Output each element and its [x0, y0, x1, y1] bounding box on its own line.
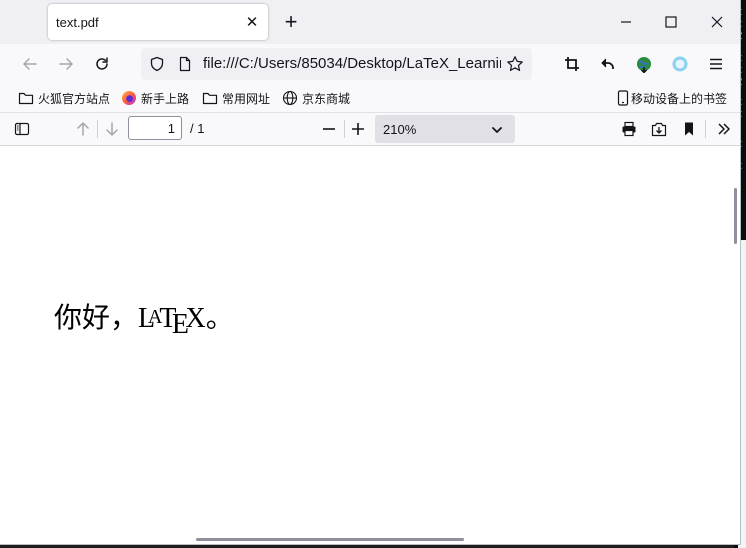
folder-icon: [18, 91, 34, 105]
toolbar-separator: [705, 120, 706, 138]
globe-icon: [282, 90, 298, 106]
toolbar-separator: [344, 120, 345, 138]
double-chevron-right-icon: [718, 123, 730, 135]
mobile-bookmarks-label: 移动设备上的书签: [631, 91, 728, 106]
zoom-select[interactable]: 210%: [375, 115, 515, 143]
bookmark-label: 新手上路: [141, 91, 190, 106]
globe-download-icon: [637, 57, 651, 73]
bookmark-item[interactable]: 新手上路: [121, 89, 189, 107]
bookmark-label: 常用网址: [222, 91, 271, 106]
arrow-up-icon: [77, 122, 89, 136]
menu-button[interactable]: [704, 52, 728, 76]
tab-close-icon[interactable]: ✕: [242, 12, 262, 32]
close-icon: [711, 16, 723, 28]
bookmark-icon: [685, 122, 693, 136]
url-bar[interactable]: file:///C:/Users/85034/Desktop/LaTeX_Lea…: [141, 48, 532, 80]
browser-window: text.pdf ✕ + file:///C:/Users/85034/Desk…: [0, 0, 741, 545]
extension-globe-button[interactable]: [632, 52, 656, 76]
bookmark-item[interactable]: 常用网址: [202, 89, 270, 107]
tab-text-pdf[interactable]: text.pdf ✕: [48, 4, 268, 40]
reload-button[interactable]: [90, 52, 114, 76]
new-tab-button[interactable]: +: [280, 9, 302, 34]
greeting-text: 你好，: [54, 301, 139, 334]
zoom-in-button[interactable]: [346, 117, 370, 141]
save-button[interactable]: [647, 117, 671, 141]
folder-icon: [202, 91, 218, 105]
maximize-button[interactable]: [648, 6, 694, 38]
bookmarks-toolbar: 火狐官方站点 新手上路 常用网址 京东商城 移动设备上的书签: [0, 84, 740, 113]
period-text: 。: [205, 301, 234, 334]
minimize-button[interactable]: [603, 6, 649, 38]
chevron-down-icon: [491, 123, 503, 141]
sidebar-icon: [14, 122, 30, 136]
undo-button[interactable]: [596, 52, 620, 76]
arrow-down-icon: [106, 122, 118, 136]
close-window-button[interactable]: [694, 6, 740, 38]
forward-button[interactable]: [54, 52, 78, 76]
document-text: 你好，LATEX。: [54, 296, 234, 341]
page-count: / 1: [190, 121, 205, 136]
mobile-bookmarks[interactable]: 移动设备上的书签: [617, 89, 727, 107]
bookmark-page-button[interactable]: [677, 117, 701, 141]
url-text[interactable]: file:///C:/Users/85034/Desktop/LaTeX_Lea…: [203, 55, 501, 72]
back-button[interactable]: [18, 52, 42, 76]
pdf-viewer[interactable]: 你好，LATEX。: [0, 146, 740, 544]
next-page-button[interactable]: [100, 117, 124, 141]
bookmark-item[interactable]: 火狐官方站点: [18, 89, 110, 107]
zoom-value: 210%: [383, 122, 417, 137]
pdf-toolbar: / 1 210%: [0, 113, 740, 146]
toggle-sidebar-button[interactable]: [10, 117, 34, 141]
profile-icon: [672, 56, 688, 72]
page-number-input[interactable]: [128, 116, 182, 140]
latex-logo: LATEX: [138, 303, 206, 340]
minus-icon: [323, 128, 335, 130]
mobile-phone-icon: [617, 90, 629, 106]
screenshot-crop-button[interactable]: [560, 52, 584, 76]
toolbar-separator: [97, 120, 98, 138]
horizontal-scrollbar[interactable]: [196, 538, 464, 541]
download-icon: [651, 122, 667, 137]
account-button[interactable]: [668, 52, 692, 76]
printer-icon: [622, 121, 636, 137]
tools-button[interactable]: [712, 117, 736, 141]
reload-icon: [96, 57, 108, 70]
shield-icon[interactable]: [149, 56, 165, 77]
maximize-icon: [665, 16, 677, 28]
undo-icon: [601, 58, 614, 69]
logo-letter: X: [185, 303, 206, 334]
hamburger-icon: [710, 58, 722, 70]
arrow-left-icon: [23, 58, 37, 70]
arrow-right-icon: [59, 58, 73, 70]
vertical-scrollbar[interactable]: [734, 188, 737, 244]
tab-title: text.pdf: [56, 15, 99, 30]
crop-icon: [565, 57, 579, 71]
bookmark-label: 火狐官方站点: [38, 91, 111, 106]
print-button[interactable]: [617, 117, 641, 141]
page-icon[interactable]: [177, 56, 193, 77]
plus-icon: [352, 123, 364, 135]
previous-page-button[interactable]: [71, 117, 95, 141]
firefox-icon: [121, 90, 137, 106]
navigation-bar: file:///C:/Users/85034/Desktop/LaTeX_Lea…: [0, 44, 740, 84]
minimize-icon: [621, 21, 631, 23]
star-icon[interactable]: [506, 55, 524, 78]
tab-bar: text.pdf ✕ +: [0, 0, 740, 44]
zoom-out-button[interactable]: [317, 117, 341, 141]
bookmark-label: 京东商城: [302, 91, 351, 106]
bookmark-item[interactable]: 京东商城: [282, 89, 350, 107]
